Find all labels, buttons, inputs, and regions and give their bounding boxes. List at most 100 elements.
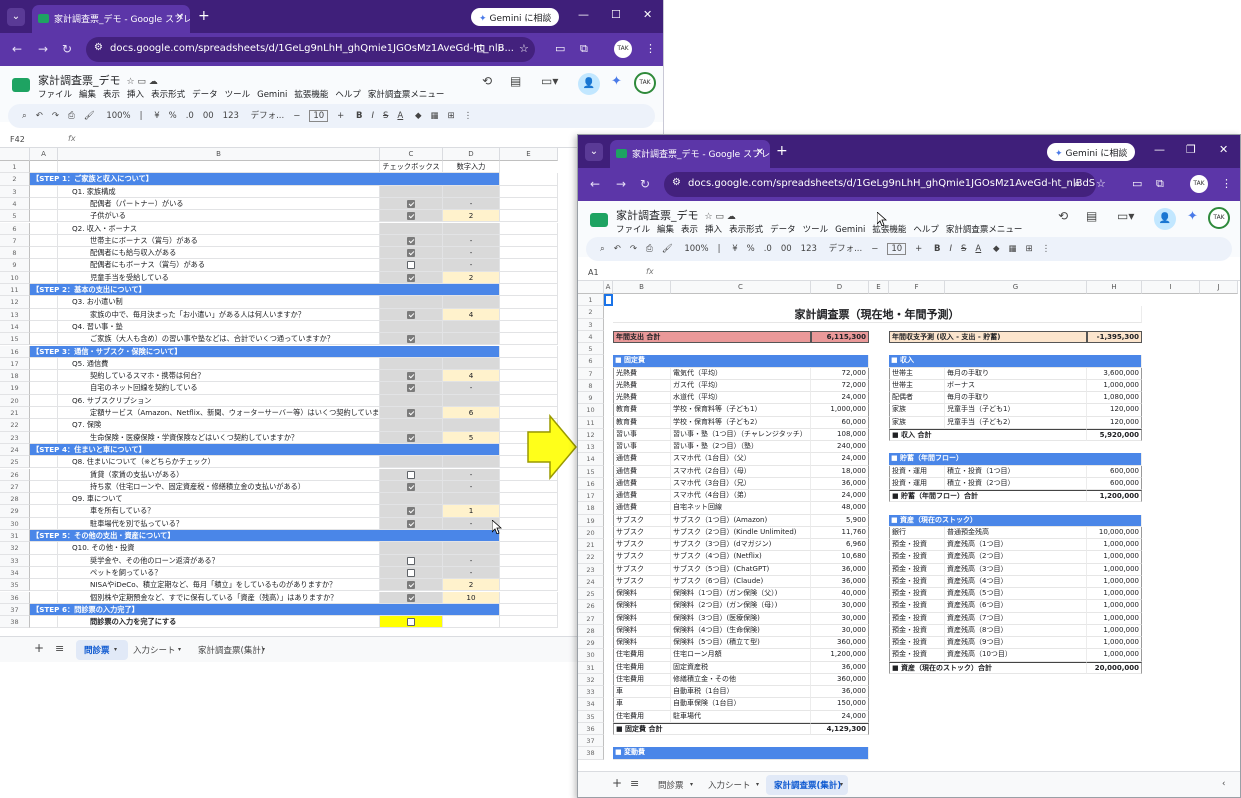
install-icon[interactable]: ⊡ [476,42,485,55]
site-info-icon[interactable]: ⚙ [672,177,681,188]
number-input-cell[interactable]: 2 [443,210,500,223]
close-tab-icon[interactable]: ✕ [756,147,764,158]
column-header[interactable]: C [671,281,811,294]
checkbox-cell[interactable] [380,493,443,506]
cell[interactable] [30,542,58,555]
gemini-button[interactable]: ✦ Gemini に相談 [1047,143,1136,161]
checkbox[interactable] [407,470,415,479]
bold-button[interactable]: B [934,244,940,254]
cell[interactable] [30,210,58,223]
item-cell[interactable]: 毎月の手取り [945,367,1087,380]
star-icon[interactable]: ☆ ▭ ☁ [705,212,736,222]
sheet-tab[interactable]: 家計調査票(集計) [198,644,264,656]
category-cell[interactable]: 住宅費用 [613,649,671,662]
row-number[interactable]: 38 [578,747,604,760]
new-tab-button[interactable]: + [776,143,788,159]
number-input-cell[interactable]: - [443,468,500,481]
item-cell[interactable]: ボーナス [945,379,1087,392]
reload-icon[interactable]: ↻ [640,177,650,191]
cell[interactable] [500,259,558,272]
url-bar[interactable]: ⚙ docs.google.com/spreadsheets/d/1GeLg9nL… [664,172,1096,197]
number-input-cell[interactable] [443,616,500,629]
more-menu-icon[interactable]: ⋮ [1221,177,1232,190]
chevron-down-icon[interactable]: ▾ [262,646,265,653]
amount-cell[interactable]: 11,760 [811,526,869,539]
cell[interactable] [500,284,558,297]
zoom-select[interactable]: 100% [684,244,708,254]
number-input-cell[interactable] [443,493,500,506]
sheets-logo-icon[interactable] [12,78,30,92]
row-number[interactable]: 22 [578,551,604,564]
amount-cell[interactable]: 72,000 [811,379,869,392]
increase-decimal-button[interactable]: 00 [203,111,214,121]
menu-item[interactable]: 家計調査票メニュー [946,225,1023,235]
row-number[interactable]: 9 [0,259,30,272]
percent-button[interactable]: % [169,111,177,121]
cell[interactable] [500,530,558,543]
amount-cell[interactable]: 24,000 [811,710,869,723]
cell[interactable] [500,517,558,530]
meet-icon[interactable]: ▭▾ [1117,209,1134,223]
cell[interactable] [30,357,58,371]
item-cell[interactable]: 資産残高（5つ目） [945,588,1087,601]
name-box[interactable]: A1 [588,268,599,277]
row-number[interactable]: 32 [578,673,604,686]
item-cell[interactable]: 積立・投資（2つ目） [945,477,1087,490]
cell[interactable] [500,345,558,358]
category-cell[interactable]: 預金・投資 [889,649,945,662]
number-input-cell[interactable]: 5 [443,431,500,444]
checkbox-cell[interactable] [380,591,443,604]
row-number[interactable]: 19 [578,514,604,527]
checkbox-cell[interactable] [380,566,443,580]
row-number[interactable]: 31 [0,530,30,543]
decrease-decimal-button[interactable]: .0 [186,111,194,121]
row-number[interactable]: 27 [0,480,30,494]
text-color-button[interactable]: A [975,244,981,254]
amount-cell[interactable]: 1,000,000 [1087,575,1142,588]
site-info-icon[interactable]: ⚙ [94,42,103,53]
column-header[interactable]: E [869,281,889,294]
row-number[interactable]: 28 [0,493,30,506]
checkbox[interactable] [407,556,415,565]
amount-cell[interactable]: 18,000 [811,465,869,478]
row-number[interactable]: 2 [0,173,30,186]
font-select[interactable]: デフォ... [829,244,863,254]
item-cell[interactable]: 住宅ローン月額 [671,649,811,662]
amount-cell[interactable]: 36,000 [811,686,869,699]
category-cell[interactable]: 預金・投資 [889,600,945,613]
cell[interactable] [500,185,558,198]
cell[interactable] [30,197,58,211]
add-sheet-icon[interactable]: + [612,776,622,790]
category-cell[interactable]: 習い事 [613,428,671,441]
step-header[interactable]: 【STEP 5：その他の支出・資産について】 [30,530,500,543]
row-number[interactable]: 28 [578,624,604,637]
column-header[interactable]: C [380,148,443,161]
borders-icon[interactable]: ▦ [430,111,438,121]
paint-format-icon[interactable]: 🖌 [662,244,673,254]
menu-item[interactable]: 挿入 [127,90,144,100]
strikethrough-button[interactable]: S [383,111,388,121]
cell[interactable] [30,468,58,481]
share-button[interactable]: 👤 [1154,208,1176,230]
amount-cell[interactable]: 1,000,000 [1087,563,1142,576]
close-window-button[interactable]: ✕ [1219,143,1228,156]
cell[interactable] [30,456,58,469]
category-cell[interactable]: 通信費 [613,465,671,478]
checkbox[interactable] [407,236,415,245]
number-input-cell[interactable]: 2 [443,579,500,592]
cell[interactable] [500,320,558,334]
borders-icon[interactable]: ▦ [1008,244,1016,254]
cell[interactable] [500,591,558,604]
cell[interactable] [500,173,558,186]
checkbox[interactable] [407,433,415,442]
cell[interactable] [30,234,58,248]
cell[interactable] [500,308,558,321]
cell[interactable] [500,271,558,284]
cell[interactable] [30,333,58,346]
category-cell[interactable]: 保険料 [613,624,671,637]
item-cell[interactable]: サブスク（3つ目）(dマガジン) [671,539,811,552]
row-number[interactable]: 24 [0,443,30,457]
category-cell[interactable]: 投資・運用 [889,465,945,478]
merge-icon[interactable]: ⊞ [448,111,455,121]
zoom-select[interactable]: 100% [106,111,130,121]
